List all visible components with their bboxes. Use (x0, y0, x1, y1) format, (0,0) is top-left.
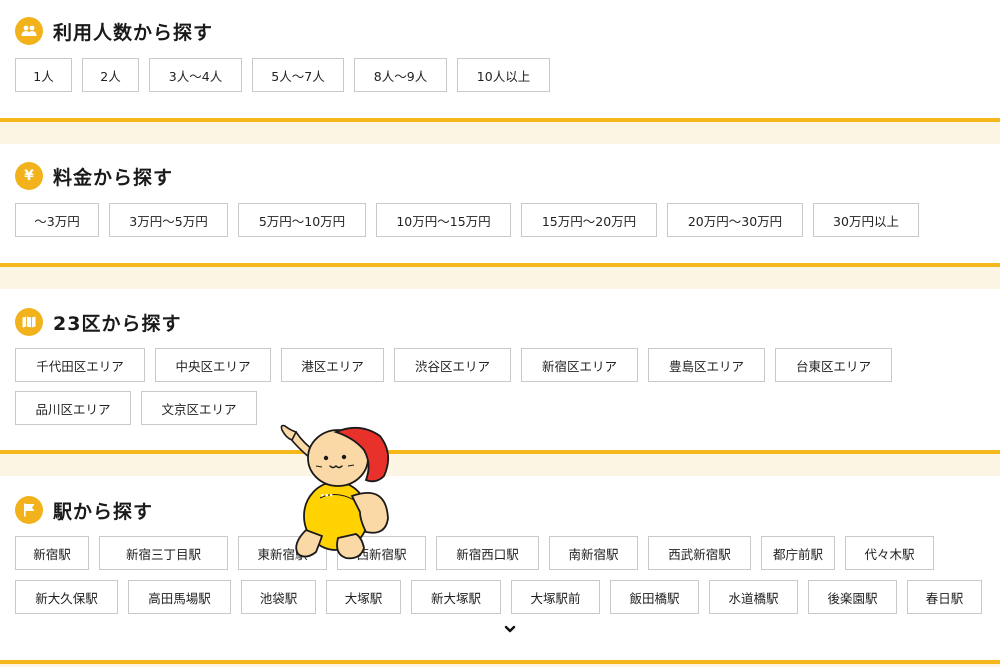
station-button-ikebukuro[interactable]: 池袋駅 (241, 580, 316, 614)
price-section-header: ¥ 料金から探す (15, 162, 173, 190)
ward-section-header: 23区から探す (15, 308, 181, 336)
ward-button-taito[interactable]: 台東区エリア (775, 348, 892, 382)
price-button-30man-plus[interactable]: 30万円以上 (813, 203, 919, 237)
ward-button-bunkyo[interactable]: 文京区エリア (141, 391, 257, 425)
people-button-8-9[interactable]: 8人〜9人 (354, 58, 447, 92)
yen-icon: ¥ (15, 162, 43, 190)
station-button-shinjuku-nishiguchi[interactable]: 新宿西口駅 (436, 536, 539, 570)
people-button-10-plus[interactable]: 10人以上 (457, 58, 550, 92)
price-section: ¥ 料金から探す 〜3万円 3万円〜5万円 5万円〜10万円 10万円〜15万円… (0, 144, 1000, 263)
station-button-iidabashi[interactable]: 飯田橋駅 (610, 580, 699, 614)
ward-button-minato[interactable]: 港区エリア (281, 348, 384, 382)
station-button-otsuka[interactable]: 大塚駅 (326, 580, 401, 614)
chevron-down-icon[interactable] (503, 622, 517, 636)
station-button-takadanobaba[interactable]: 高田馬場駅 (128, 580, 231, 614)
section-divider-band (0, 122, 1000, 144)
svg-text:•••: ••• (320, 492, 333, 500)
section-divider-band (0, 454, 1000, 476)
mascot-character: ••• (280, 424, 390, 560)
ward-button-shibuya[interactable]: 渋谷区エリア (394, 348, 511, 382)
price-button-row: 〜3万円 3万円〜5万円 5万円〜10万円 10万円〜15万円 15万円〜20万… (15, 203, 929, 237)
ward-button-shinagawa[interactable]: 品川区エリア (15, 391, 131, 425)
station-button-korakuen[interactable]: 後楽園駅 (808, 580, 897, 614)
price-button-15-20man[interactable]: 15万円〜20万円 (521, 203, 657, 237)
station-button-otsuka-ekimae[interactable]: 大塚駅前 (511, 580, 600, 614)
station-button-row-2: 新大久保駅 高田馬場駅 池袋駅 大塚駅 新大塚駅 大塚駅前 飯田橋駅 水道橋駅 … (15, 580, 982, 614)
station-section: 駅から探す 新宿駅 新宿三丁目駅 東新宿駅 西新宿駅 新宿西口駅 南新宿駅 西武… (0, 476, 1000, 660)
station-button-seibu-shinjuku[interactable]: 西武新宿駅 (648, 536, 751, 570)
people-button-3-4[interactable]: 3人〜4人 (149, 58, 242, 92)
ward-button-row-1: 千代田区エリア 中央区エリア 港区エリア 渋谷区エリア 新宿区エリア 豊島区エリ… (15, 348, 902, 382)
station-button-shin-okubo[interactable]: 新大久保駅 (15, 580, 118, 614)
station-button-minami-shinjuku[interactable]: 南新宿駅 (549, 536, 638, 570)
ward-button-toshima[interactable]: 豊島区エリア (648, 348, 765, 382)
ward-section-title: 23区から探す (53, 312, 182, 335)
people-button-5-7[interactable]: 5人〜7人 (252, 58, 344, 92)
people-section-title: 利用人数から探す (53, 21, 214, 44)
price-button-3-5man[interactable]: 3万円〜5万円 (109, 203, 228, 237)
station-button-shinjuku-sanchome[interactable]: 新宿三丁目駅 (99, 536, 228, 570)
ward-button-chiyoda[interactable]: 千代田区エリア (15, 348, 145, 382)
station-section-title: 駅から探す (53, 500, 154, 523)
station-button-tochomae[interactable]: 都庁前駅 (761, 536, 835, 570)
ward-button-row-2: 品川区エリア 文京区エリア (15, 391, 267, 425)
price-button-10-15man[interactable]: 10万円〜15万円 (376, 203, 511, 237)
station-button-yoyogi[interactable]: 代々木駅 (845, 536, 934, 570)
ward-button-chuo[interactable]: 中央区エリア (155, 348, 271, 382)
station-button-shin-otsuka[interactable]: 新大塚駅 (411, 580, 501, 614)
station-section-header: 駅から探す (15, 496, 153, 524)
people-section-header: 利用人数から探す (15, 17, 213, 45)
flag-icon (15, 496, 43, 524)
price-button-under-3man[interactable]: 〜3万円 (15, 203, 99, 237)
price-button-5-10man[interactable]: 5万円〜10万円 (238, 203, 366, 237)
ward-section: 23区から探す 千代田区エリア 中央区エリア 港区エリア 渋谷区エリア 新宿区エ… (0, 289, 1000, 450)
map-icon (15, 308, 43, 336)
section-divider-band (0, 267, 1000, 289)
station-button-shinjuku[interactable]: 新宿駅 (15, 536, 89, 570)
people-button-2[interactable]: 2人 (82, 58, 139, 92)
price-section-title: 料金から探す (53, 166, 174, 189)
ward-button-shinjuku[interactable]: 新宿区エリア (521, 348, 638, 382)
yen-icon-glyph: ¥ (24, 168, 34, 184)
people-button-1[interactable]: 1人 (15, 58, 72, 92)
people-icon (15, 17, 43, 45)
people-button-row: 1人 2人 3人〜4人 5人〜7人 8人〜9人 10人以上 (15, 58, 560, 92)
station-button-row-1: 新宿駅 新宿三丁目駅 東新宿駅 西新宿駅 新宿西口駅 南新宿駅 西武新宿駅 都庁… (15, 536, 944, 570)
people-section: 利用人数から探す 1人 2人 3人〜4人 5人〜7人 8人〜9人 10人以上 (0, 0, 1000, 118)
price-button-20-30man[interactable]: 20万円〜30万円 (667, 203, 803, 237)
station-button-suidobashi[interactable]: 水道橋駅 (709, 580, 798, 614)
station-button-kasuga[interactable]: 春日駅 (907, 580, 982, 614)
